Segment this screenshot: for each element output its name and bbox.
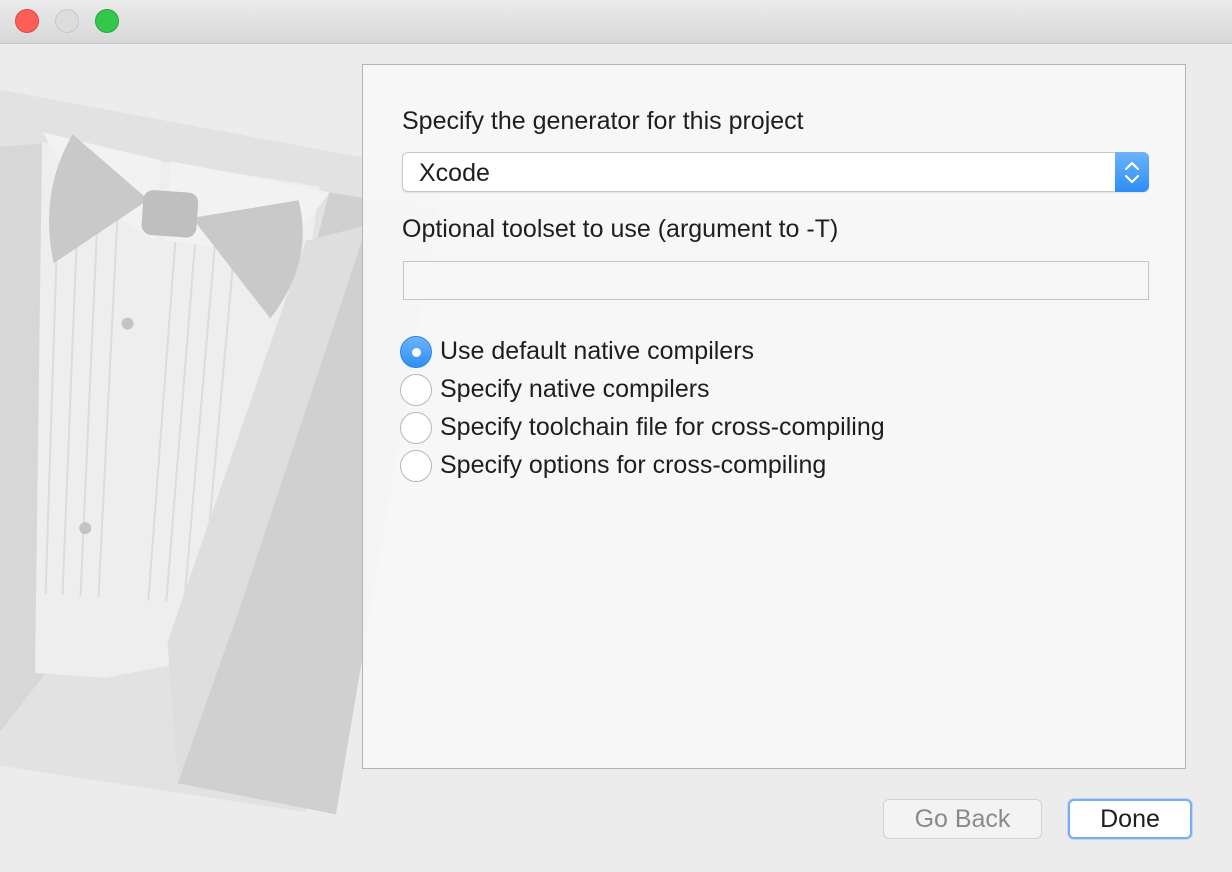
- radio-option-label: Specify toolchain file for cross-compili…: [440, 413, 885, 441]
- zoom-icon[interactable]: [95, 9, 119, 33]
- title-bar[interactable]: [0, 0, 1232, 44]
- radio-button-selected[interactable]: [400, 336, 432, 368]
- generator-select[interactable]: Xcode: [402, 152, 1149, 192]
- toolset-input[interactable]: [403, 261, 1149, 300]
- go-back-button[interactable]: Go Back: [883, 799, 1042, 839]
- generator-panel: Specify the generator for this project X…: [362, 64, 1186, 769]
- close-icon[interactable]: [15, 9, 39, 33]
- minimize-icon[interactable]: [55, 9, 79, 33]
- radio-button[interactable]: [400, 450, 432, 482]
- radio-button[interactable]: [400, 412, 432, 444]
- done-button[interactable]: Done: [1068, 799, 1192, 839]
- radio-button[interactable]: [400, 374, 432, 406]
- cmake-setup-window: Specify the generator for this project X…: [0, 0, 1232, 872]
- radio-option-label: Specify options for cross-compiling: [440, 451, 827, 479]
- up-down-chevron-icon[interactable]: [1115, 152, 1149, 192]
- radio-option-label: Specify native compilers: [440, 375, 710, 403]
- toolset-label: Optional toolset to use (argument to -T): [402, 215, 839, 243]
- radio-option-label: Use default native compilers: [440, 337, 755, 365]
- generator-select-value: Xcode: [419, 159, 490, 187]
- generator-label: Specify the generator for this project: [402, 107, 804, 135]
